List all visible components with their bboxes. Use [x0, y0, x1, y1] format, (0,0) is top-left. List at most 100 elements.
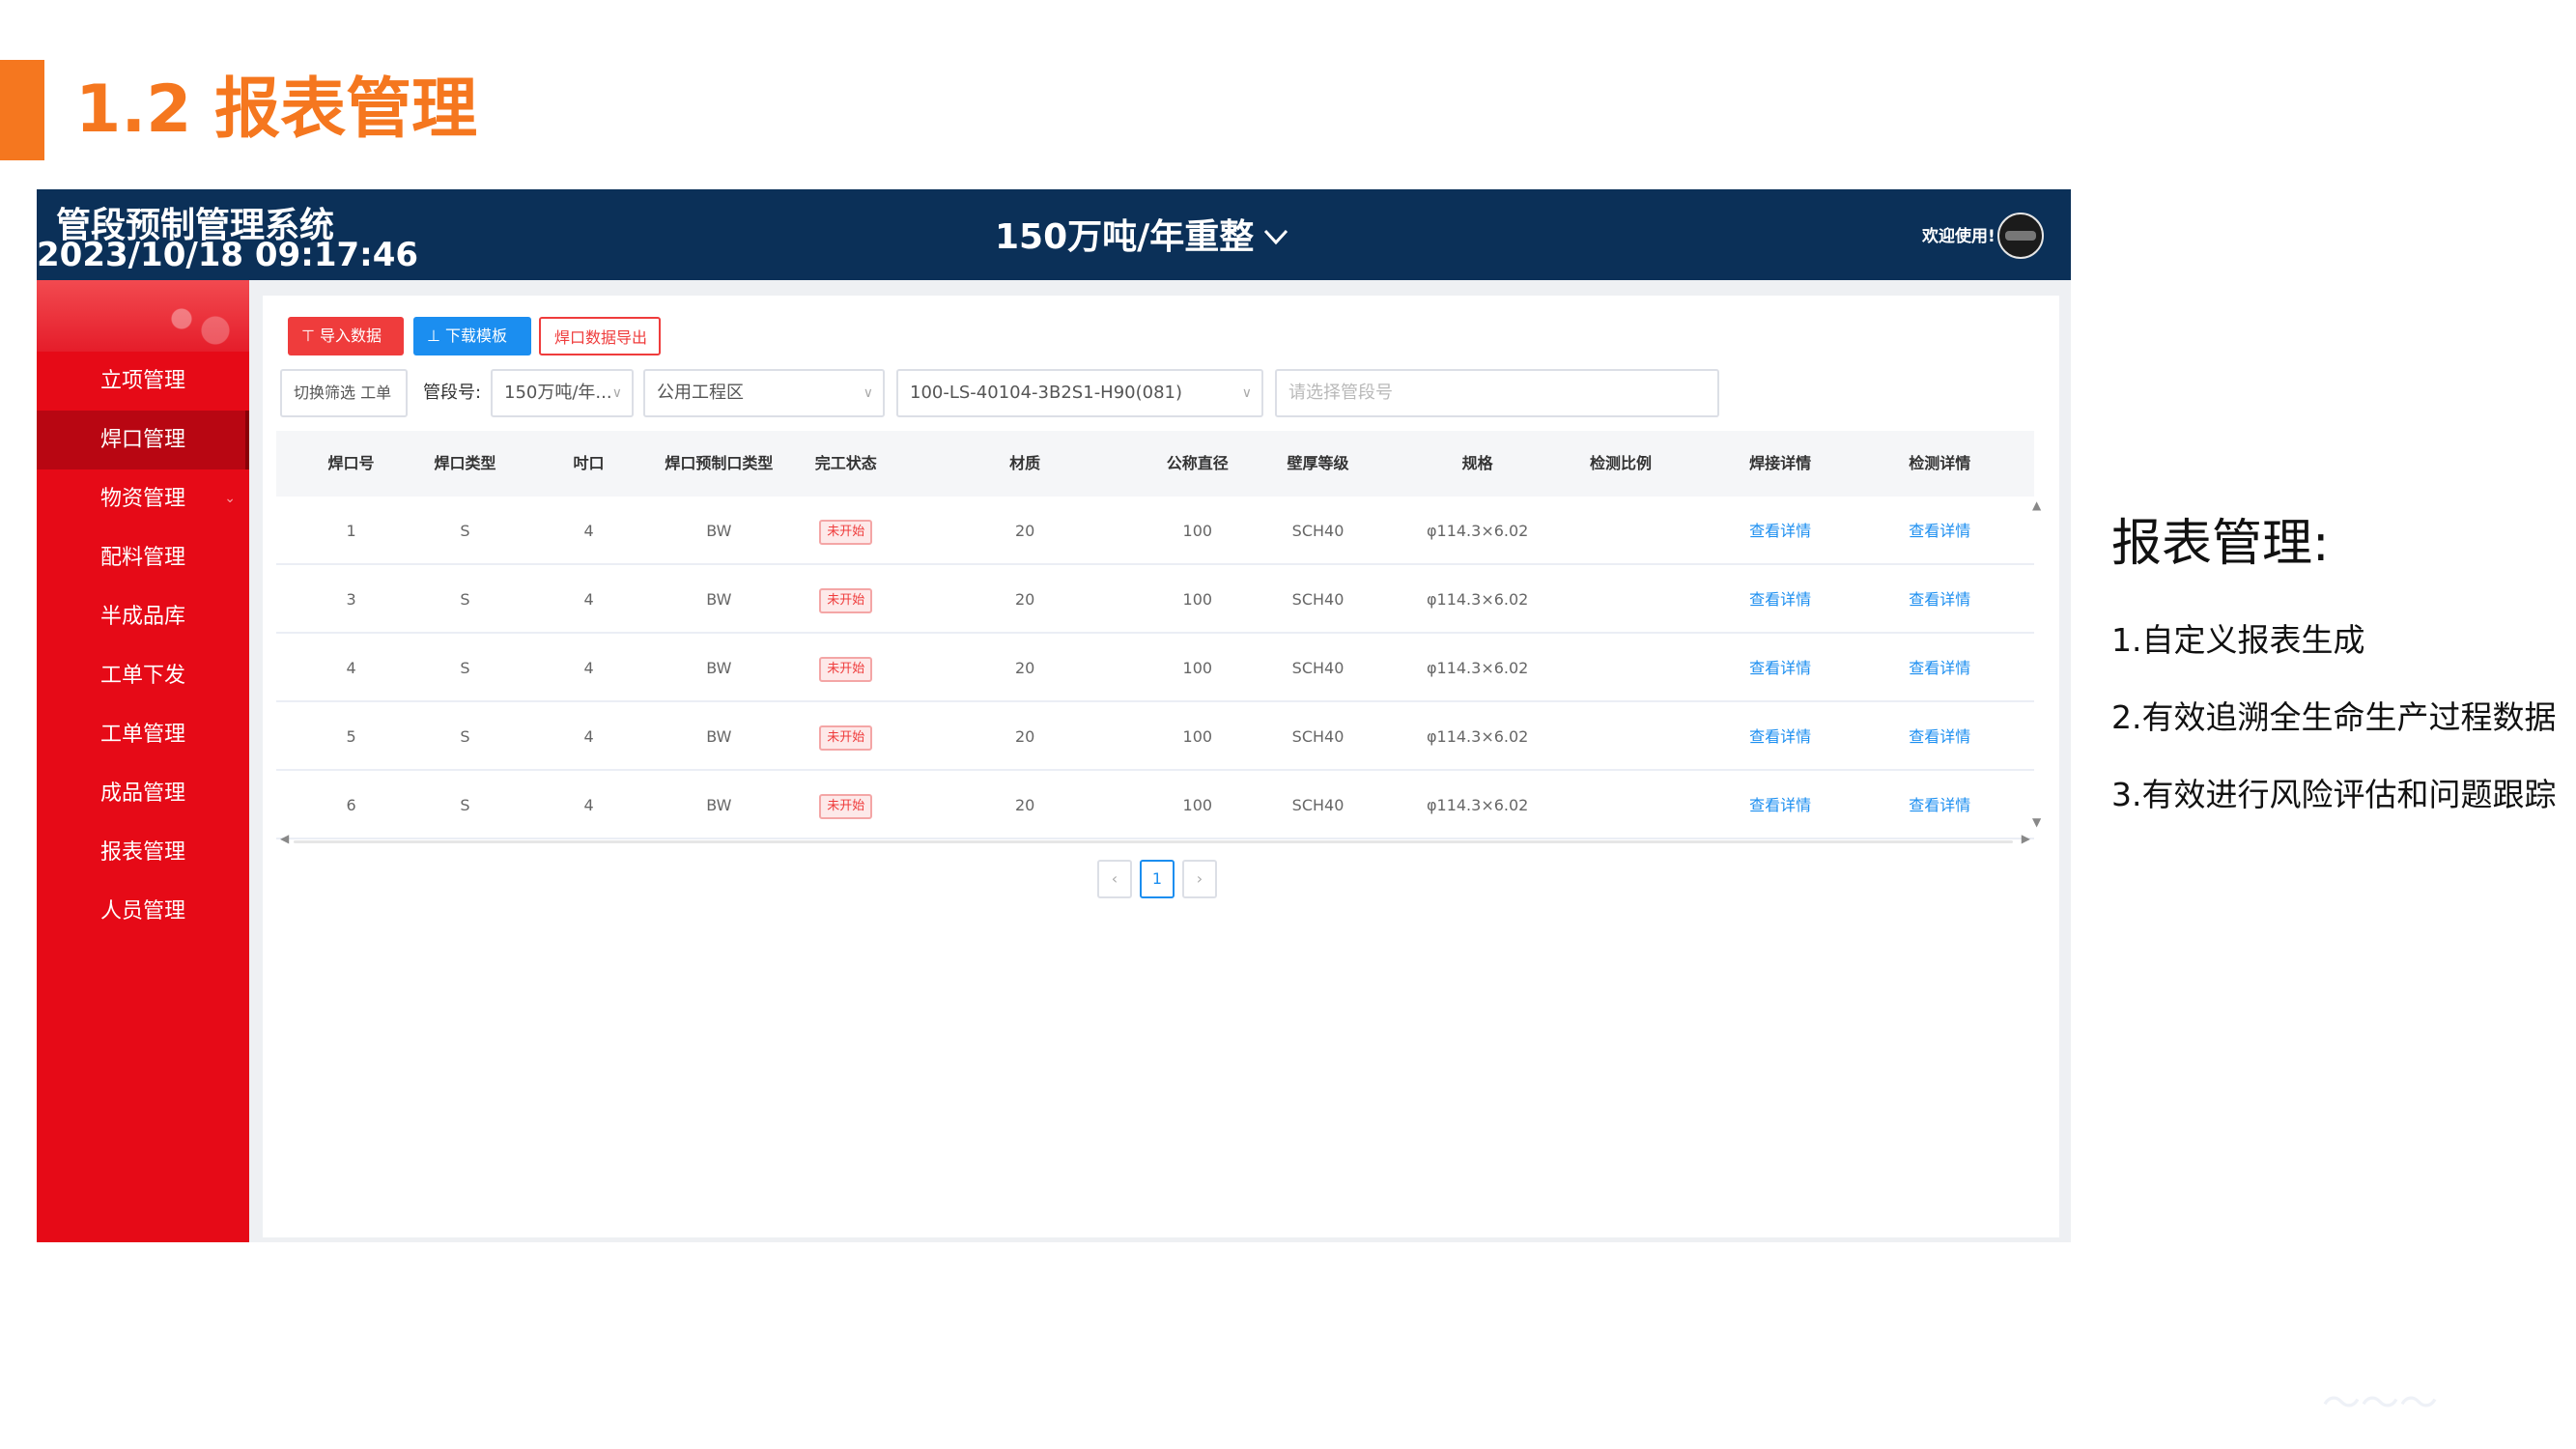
scrollbar-track[interactable] — [294, 840, 2013, 843]
cell-wall-grade: SCH40 — [1291, 590, 1345, 609]
sidebar-item-label: 配料管理 — [99, 546, 185, 570]
column-header-wall-grade: 壁厚等级 — [1287, 454, 1349, 472]
cell-inspect-ratio — [1543, 702, 1698, 771]
sidebar-item-personnel[interactable]: 人员管理 — [37, 882, 249, 941]
sidebar-item-materials[interactable]: 物资管理 ⌄ — [37, 469, 249, 528]
cell-spec: φ114.3×6.02 — [1426, 659, 1529, 677]
table-body: 1 S 4 BW 未开始 20 100 SCH40 φ114.3×6.02 查看详情 查看详情 3 S 4… — [276, 497, 2034, 839]
view-weld-detail-link[interactable]: 查看详情 — [1749, 590, 1811, 609]
export-weld-data-button[interactable]: 焊口数据导出 — [539, 317, 661, 355]
sidebar-item-label: 人员管理 — [99, 899, 185, 923]
cell-material: 20 — [1014, 727, 1035, 746]
scroll-up-icon[interactable]: ▲ — [2032, 498, 2041, 512]
cell-inspect-ratio — [1543, 771, 1698, 839]
view-weld-detail-link[interactable]: 查看详情 — [1749, 659, 1811, 677]
scroll-down-icon[interactable]: ▼ — [2032, 815, 2041, 829]
sidebar-banner — [37, 280, 249, 352]
pipe-segment-label: 管段号: — [423, 383, 482, 403]
sidebar-item-weld[interactable]: 焊口管理 — [37, 411, 249, 469]
scroll-left-icon[interactable]: ◀ — [280, 832, 289, 845]
slide-title: 1.2 报表管理 — [75, 71, 478, 148]
cell-weld-detail: 查看详情 — [1703, 497, 1857, 565]
sidebar-item-label: 焊口管理 — [99, 428, 185, 452]
column-header-inspect-ratio: 检测比例 — [1589, 454, 1652, 472]
project-name: 150万吨/年重整 — [995, 217, 1255, 257]
cell-wall-grade: SCH40 — [1291, 659, 1345, 677]
cell-inspect-ratio — [1543, 565, 1698, 634]
column-header-material: 材质 — [1009, 454, 1041, 472]
download-template-button[interactable]: ⊥ 下载模板 — [413, 317, 531, 355]
sidebar-item-finished[interactable]: 成品管理 — [37, 764, 249, 823]
cell-status: 未开始 — [769, 634, 923, 702]
table-row: 1 S 4 BW 未开始 20 100 SCH40 φ114.3×6.02 查看详情 查看详情 — [276, 497, 2034, 565]
note-item: 2.有效追溯全生命生产过程数据 — [2111, 698, 2557, 736]
table-header: 焊口号 焊口类型 吋口 焊口预制口类型 完工状态 材质 公称直径 壁厚等级 规格 检测比例 焊接详情… — [276, 431, 2034, 497]
template-label: 下载模板 — [445, 327, 508, 345]
sidebar-item-label: 半成品库 — [99, 605, 185, 629]
import-data-button[interactable]: ⊤ 导入数据 — [288, 317, 404, 355]
avatar[interactable] — [1997, 213, 2044, 259]
sidebar-item-semi-finished[interactable]: 半成品库 — [37, 587, 249, 646]
page-number-button[interactable]: 1 — [1140, 860, 1175, 898]
cell-inspect-detail: 查看详情 — [1862, 565, 2017, 634]
status-badge: 未开始 — [819, 724, 873, 751]
pipe-segment-select[interactable]: 请选择管段号 — [1275, 369, 1719, 417]
app-topbar: 管段预制管理系统 2023/10/18 09:17:46 150万吨/年重整 欢… — [37, 189, 2071, 280]
status-badge: 未开始 — [819, 519, 873, 545]
sidebar: 立项管理 焊口管理 物资管理 ⌄ 配料管理 半成品库 工单下发 工单管理 成品管理… — [37, 280, 249, 1242]
chevron-left-icon: ‹ — [1111, 869, 1118, 888]
cell-spec: φ114.3×6.02 — [1426, 522, 1529, 540]
view-inspect-detail-link[interactable]: 查看详情 — [1909, 796, 1970, 814]
cell-spec: φ114.3×6.02 — [1426, 796, 1529, 814]
note-item: 1.自定义报表生成 — [2111, 621, 2365, 659]
view-weld-detail-link[interactable]: 查看详情 — [1749, 727, 1811, 746]
scroll-right-icon[interactable]: ▶ — [2022, 832, 2030, 845]
sidebar-item-label: 工单下发 — [99, 664, 185, 688]
cell-material: 20 — [1014, 659, 1035, 677]
cell-weld-detail: 查看详情 — [1703, 565, 1857, 634]
chevron-down-icon: ⌄ — [224, 491, 236, 506]
sidebar-item-dispatch[interactable]: 工单下发 — [37, 646, 249, 705]
horizontal-scrollbar[interactable]: ◀ ▶ — [280, 832, 2030, 848]
sidebar-item-workorders[interactable]: 工单管理 — [37, 705, 249, 764]
status-badge: 未开始 — [819, 793, 873, 819]
sidebar-item-reports[interactable]: 报表管理 — [37, 823, 249, 882]
sidebar-item-batching[interactable]: 配料管理 — [37, 528, 249, 587]
pagination: ‹ 1 › — [1097, 860, 1217, 898]
line-select[interactable]: 100-LS-40104-3B2S1-H90(081) ∨ — [896, 369, 1263, 417]
view-weld-detail-link[interactable]: 查看详情 — [1749, 796, 1811, 814]
next-page-button[interactable]: › — [1182, 860, 1217, 898]
project-switcher[interactable]: 150万吨/年重整 — [995, 209, 1288, 259]
chevron-down-icon: ∨ — [863, 385, 873, 401]
chevron-right-icon: › — [1196, 869, 1203, 888]
note-item: 3.有效进行风险评估和问题跟踪 — [2111, 776, 2557, 813]
app-window: 管段预制管理系统 2023/10/18 09:17:46 150万吨/年重整 欢… — [37, 189, 2071, 1242]
notes-title: 报表管理: — [2111, 515, 2330, 573]
view-inspect-detail-link[interactable]: 查看详情 — [1909, 590, 1970, 609]
cell-status: 未开始 — [769, 702, 923, 771]
sidebar-item-label: 成品管理 — [99, 781, 185, 806]
view-inspect-detail-link[interactable]: 查看详情 — [1909, 659, 1970, 677]
filter-toggle-button[interactable]: 切换筛选 工单 — [280, 369, 408, 417]
cell-inspect-ratio — [1543, 497, 1698, 565]
cell-material: 20 — [1014, 522, 1035, 540]
cell-status: 未开始 — [769, 565, 923, 634]
app-datetime: 2023/10/18 09:17:46 — [37, 236, 419, 274]
cell-wall-grade: SCH40 — [1291, 522, 1345, 540]
cell-inspect-detail: 查看详情 — [1862, 497, 2017, 565]
cell-weld-detail: 查看详情 — [1703, 771, 1857, 839]
view-weld-detail-link[interactable]: 查看详情 — [1749, 522, 1811, 540]
chevron-down-icon: ∨ — [1241, 385, 1252, 401]
view-inspect-detail-link[interactable]: 查看详情 — [1909, 727, 1970, 746]
prev-page-button[interactable]: ‹ — [1097, 860, 1132, 898]
sidebar-item-project[interactable]: 立项管理 — [37, 352, 249, 411]
view-inspect-detail-link[interactable]: 查看详情 — [1909, 522, 1970, 540]
project-select[interactable]: 150万吨/年... ∨ — [491, 369, 634, 417]
area-select[interactable]: 公用工程区 ∨ — [643, 369, 885, 417]
content-panel: ⊤ 导入数据 ⊥ 下载模板 焊口数据导出 切换筛选 工单 管段号: 150万吨/… — [263, 296, 2059, 1237]
import-label: 导入数据 — [320, 327, 382, 345]
feature-notes: 报表管理: 1.自定义报表生成 2.有效追溯全生命生产过程数据 3.有效进行风险… — [2111, 502, 2565, 834]
cell-material: 20 — [1014, 796, 1035, 814]
chevron-down-icon — [1263, 214, 1288, 254]
sidebar-item-label: 工单管理 — [99, 723, 185, 747]
